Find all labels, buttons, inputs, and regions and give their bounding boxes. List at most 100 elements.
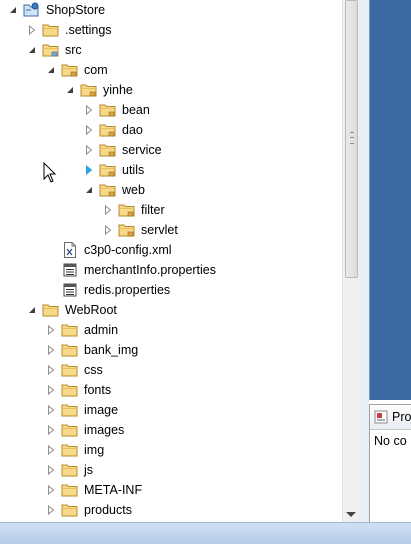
package-folder-icon — [118, 222, 136, 238]
sash-divider[interactable] — [359, 0, 369, 522]
tree-item-label: filter — [141, 203, 165, 217]
tree-item-label: products — [84, 503, 132, 517]
tree-item-label: yinhe — [103, 83, 133, 97]
tree-item-c3p0-config-xml[interactable]: c3p0-config.xml — [45, 240, 172, 260]
folder-icon — [61, 362, 79, 378]
vertical-scrollbar[interactable] — [342, 0, 360, 522]
status-bar — [0, 522, 411, 544]
tree-item-label: WebRoot — [65, 303, 117, 317]
folder-icon — [61, 442, 79, 458]
expand-arrow-icon[interactable] — [45, 340, 57, 360]
tree-item-label: admin — [84, 323, 119, 337]
collapse-arrow-icon[interactable] — [64, 80, 76, 100]
tree-item-web[interactable]: web — [83, 180, 145, 200]
tree-item-utils[interactable]: utils — [83, 160, 144, 180]
editor-area[interactable] — [369, 0, 411, 400]
folder-icon — [61, 502, 79, 518]
tree-item-admin[interactable]: admin — [45, 320, 118, 340]
collapse-arrow-icon[interactable] — [45, 60, 57, 80]
expand-arrow-icon[interactable] — [45, 460, 57, 480]
folder-icon — [61, 402, 79, 418]
collapse-arrow-icon[interactable] — [83, 180, 95, 200]
tree-item-label: dao — [122, 123, 143, 137]
expand-arrow-icon[interactable] — [26, 20, 38, 40]
expand-arrow-icon[interactable] — [45, 420, 57, 440]
expand-arrow-icon[interactable] — [45, 440, 57, 460]
tree-item-dao[interactable]: dao — [83, 120, 143, 140]
expand-arrow-icon[interactable] — [45, 380, 57, 400]
tree-item-label: service — [122, 143, 162, 157]
properties-icon — [374, 410, 388, 424]
tree-item-img[interactable]: img — [45, 440, 104, 460]
tree-item-label: web — [122, 183, 145, 197]
tab-properties[interactable]: Pro — [370, 405, 411, 430]
properties-file-icon — [61, 262, 79, 278]
tree-item-filter[interactable]: filter — [102, 200, 165, 220]
expand-arrow-icon[interactable] — [102, 200, 114, 220]
folder-icon — [61, 422, 79, 438]
expand-arrow-icon[interactable] — [45, 480, 57, 500]
tree-item-images[interactable]: images — [45, 420, 124, 440]
expand-arrow-icon[interactable] — [45, 500, 57, 520]
expand-arrow-icon[interactable] — [83, 100, 95, 120]
tree-item-yinhe[interactable]: yinhe — [64, 80, 133, 100]
folder-icon — [61, 322, 79, 338]
package-folder-icon — [99, 162, 117, 178]
tab-properties-label: Pro — [392, 410, 411, 424]
collapse-arrow-icon[interactable] — [26, 300, 38, 320]
tree-item-merchantinfo-properties[interactable]: merchantInfo.properties — [45, 260, 216, 280]
collapse-arrow-icon[interactable] — [7, 0, 19, 20]
collapse-arrow-icon[interactable] — [26, 40, 38, 60]
tree-item-label: .settings — [65, 23, 112, 37]
tree-item-label: img — [84, 443, 105, 457]
tree-item-label: image — [84, 403, 119, 417]
tree-item-image[interactable]: image — [45, 400, 118, 420]
tree-item-redis-properties[interactable]: redis.properties — [45, 280, 170, 300]
tree-item-fonts[interactable]: fonts — [45, 380, 111, 400]
folder-icon — [42, 22, 60, 38]
expand-arrow-icon[interactable] — [45, 320, 57, 340]
tree-item-js[interactable]: js — [45, 460, 93, 480]
folder-icon — [61, 482, 79, 498]
tree-item-css[interactable]: css — [45, 360, 103, 380]
package-explorer-tree[interactable]: ShopStore .settings src com yinhe bean dao serv… — [0, 0, 342, 522]
tree-item-label: fonts — [84, 383, 112, 397]
expand-arrow-icon[interactable] — [102, 220, 114, 240]
tree-item-label: com — [84, 63, 108, 77]
tree-item-label: merchantInfo.properties — [84, 263, 217, 277]
expand-arrow-icon[interactable] — [45, 400, 57, 420]
package-folder-icon — [99, 102, 117, 118]
tree-item-label: src — [65, 43, 82, 57]
mouse-cursor-icon — [43, 162, 57, 183]
tree-item-bean[interactable]: bean — [83, 100, 150, 120]
scrollbar-grip-icon — [350, 132, 354, 144]
tree-item-meta-inf[interactable]: META-INF — [45, 480, 142, 500]
tree-item-products[interactable]: products — [45, 500, 132, 520]
source-folder-icon — [42, 42, 60, 58]
expand-arrow-icon[interactable] — [83, 160, 95, 180]
tree-item-bank-img[interactable]: bank_img — [45, 340, 138, 360]
tree-item-label: bank_img — [84, 343, 139, 357]
tree-item-service[interactable]: service — [83, 140, 162, 160]
tree-item-label: bean — [122, 103, 150, 117]
tree-item-settings[interactable]: .settings — [26, 20, 112, 40]
tree-item-shopstore[interactable]: ShopStore — [7, 0, 105, 20]
tree-item-label: redis.properties — [84, 283, 171, 297]
scroll-down-arrow-icon[interactable] — [346, 512, 356, 517]
properties-view: Pro No co — [369, 404, 411, 523]
scrollbar-thumb[interactable] — [345, 0, 358, 278]
tree-item-label: utils — [122, 163, 145, 177]
tree-item-servlet[interactable]: servlet — [102, 220, 178, 240]
tree-item-label: js — [84, 463, 94, 477]
folder-icon — [42, 302, 60, 318]
project-icon — [23, 2, 41, 18]
expand-arrow-icon[interactable] — [83, 140, 95, 160]
package-folder-icon — [99, 142, 117, 158]
tree-item-src[interactable]: src — [26, 40, 82, 60]
tree-item-webroot[interactable]: WebRoot — [26, 300, 117, 320]
expand-arrow-icon[interactable] — [45, 360, 57, 380]
expand-arrow-icon[interactable] — [83, 120, 95, 140]
properties-file-icon — [61, 282, 79, 298]
tree-item-com[interactable]: com — [45, 60, 108, 80]
